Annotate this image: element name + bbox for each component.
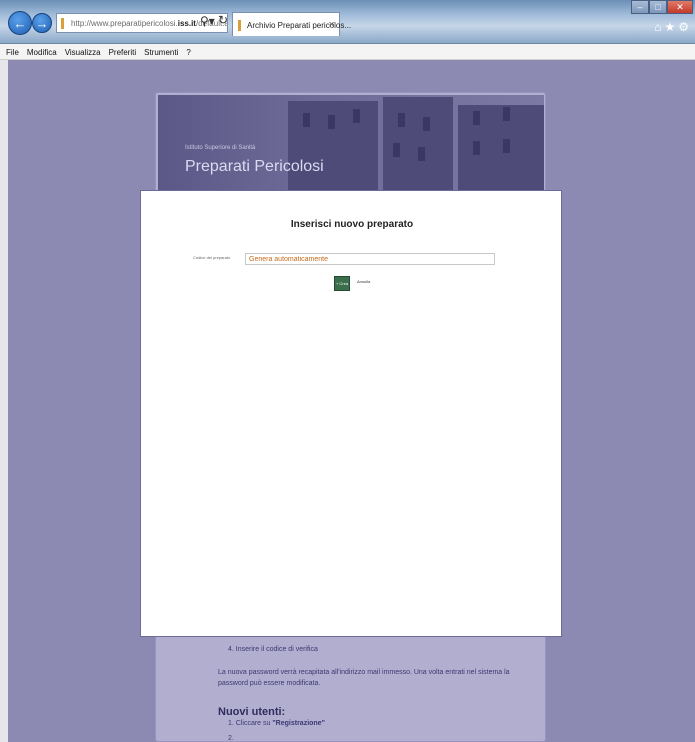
password-note: La nuova password verrà recapitata all'i…	[218, 669, 510, 687]
cancel-link[interactable]: Annulla	[357, 279, 370, 284]
home-icon[interactable]: ⌂	[654, 20, 664, 34]
menu-strumenti[interactable]: Strumenti	[144, 48, 178, 59]
browser-titlebar: ← → http://www.preparatipericolosi.iss.i…	[0, 0, 695, 44]
browser-toolbar-icons: ⌂★⚙	[654, 20, 692, 34]
close-window-button[interactable]: ✕	[667, 0, 693, 14]
page-left-border	[0, 60, 8, 742]
refresh-icon[interactable]: ↻	[218, 13, 228, 27]
maximize-button[interactable]: □	[649, 0, 667, 14]
minimize-icon: –	[637, 2, 643, 12]
menu-bar: File Modifica Visualizza Preferiti Strum…	[0, 44, 695, 60]
menu-visualizza[interactable]: Visualizza	[65, 48, 101, 59]
create-button[interactable]: + Crea	[334, 276, 350, 291]
instruction-step-2: 2.	[228, 735, 234, 742]
tab-favicon-icon	[238, 20, 241, 31]
code-field-input[interactable]	[245, 253, 495, 265]
new-preparation-dialog: Inserisci nuovo preparato Codice del pre…	[140, 190, 562, 637]
favorites-star-icon[interactable]: ★	[664, 20, 678, 34]
close-icon: ✕	[676, 1, 684, 12]
arrow-left-icon: ←	[13, 15, 27, 31]
menu-preferiti[interactable]: Preferiti	[109, 48, 137, 59]
step1-text: 1. Cliccare su	[228, 720, 273, 727]
address-domain: iss.it	[177, 19, 196, 28]
dialog-title: Inserisci nuovo preparato	[290, 219, 414, 230]
tab-title: Archivio Preparati pericolos...	[247, 21, 352, 30]
registration-link[interactable]: "Registrazione"	[272, 720, 325, 727]
tab-close-icon[interactable]: ✕	[328, 20, 335, 29]
menu-modifica[interactable]: Modifica	[27, 48, 57, 59]
settings-gear-icon[interactable]: ⚙	[678, 20, 692, 34]
code-field-label: Codice del preparato	[193, 255, 231, 260]
instruction-step-4: 4. Inserire il codice di verifica	[228, 646, 318, 653]
arrow-right-icon: →	[35, 15, 49, 31]
browser-tab[interactable]: Archivio Preparati pericolos... ✕	[232, 12, 351, 36]
maximize-icon: □	[655, 2, 661, 12]
menu-help[interactable]: ?	[186, 48, 190, 59]
back-button[interactable]: ←	[8, 11, 32, 35]
search-icon[interactable]: ⚲▾	[200, 14, 215, 28]
forward-button[interactable]: →	[32, 13, 52, 33]
address-prefix: http://www.preparatipericolosi.	[71, 19, 178, 28]
menu-file[interactable]: File	[6, 48, 19, 59]
favicon-icon	[61, 18, 64, 29]
minimize-button[interactable]: –	[631, 0, 649, 14]
instruction-step-1: 1. Cliccare su "Registrazione"	[228, 720, 325, 727]
window-controls: – □ ✕	[631, 0, 693, 14]
new-users-heading: Nuovi utenti:	[218, 706, 286, 718]
